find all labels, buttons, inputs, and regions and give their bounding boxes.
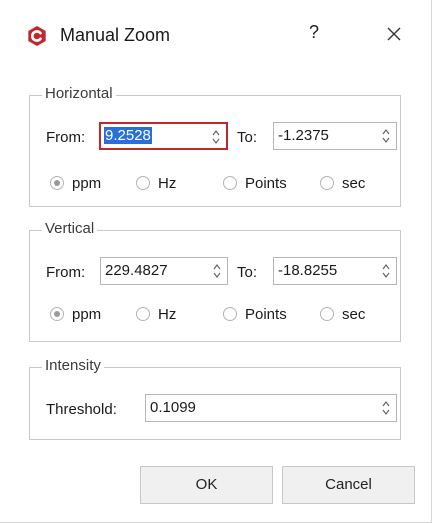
horizontal-to-value: -1.2375 <box>278 127 329 144</box>
threshold-label: Threshold: <box>46 401 117 418</box>
spin-arrows-icon[interactable] <box>212 262 222 280</box>
cancel-button[interactable]: Cancel <box>282 466 415 504</box>
intensity-group-title: Intensity <box>42 357 104 374</box>
spin-arrows-icon[interactable] <box>381 399 391 417</box>
horizontal-group-title: Horizontal <box>42 85 116 102</box>
vertical-to-value: -18.8255 <box>278 262 338 279</box>
vertical-radio-points[interactable]: Points <box>223 304 287 324</box>
horizontal-from-value: 9.2528 <box>104 127 152 144</box>
horizontal-radio-points[interactable]: Points <box>223 173 287 193</box>
app-logo-icon <box>28 26 46 46</box>
radio-label: Points <box>245 174 287 192</box>
title-bar: Manual Zoom ? <box>0 0 431 74</box>
horizontal-from-label: From: <box>46 129 86 146</box>
radio-indicator <box>50 307 64 321</box>
radio-indicator <box>320 307 334 321</box>
radio-label: ppm <box>72 305 102 323</box>
dialog-title: Manual Zoom <box>60 25 171 45</box>
radio-label: Hz <box>158 305 177 323</box>
close-icon[interactable] <box>380 20 408 48</box>
manual-zoom-dialog: Manual Zoom ? Horizontal From: 9.2528 To… <box>0 0 432 523</box>
horizontal-radio-hz[interactable]: Hz <box>136 173 176 193</box>
radio-indicator <box>223 307 237 321</box>
vertical-radio-hz[interactable]: Hz <box>136 304 176 324</box>
radio-label: Hz <box>158 174 177 192</box>
horizontal-from-input[interactable]: 9.2528 <box>99 122 228 150</box>
spin-arrows-icon[interactable] <box>381 262 391 280</box>
vertical-to-input[interactable]: -18.8255 <box>273 257 397 285</box>
radio-indicator <box>320 176 334 190</box>
vertical-group: Vertical <box>29 220 401 342</box>
radio-indicator <box>223 176 237 190</box>
radio-indicator <box>136 176 150 190</box>
radio-label: sec <box>342 305 366 323</box>
ok-button[interactable]: OK <box>140 466 273 504</box>
vertical-from-input[interactable]: 229.4827 <box>100 257 228 285</box>
vertical-from-value: 229.4827 <box>105 262 168 279</box>
horizontal-to-input[interactable]: -1.2375 <box>273 122 397 150</box>
radio-label: ppm <box>72 174 102 192</box>
help-icon[interactable]: ? <box>303 22 325 48</box>
radio-indicator <box>136 307 150 321</box>
threshold-input[interactable]: 0.1099 <box>145 394 397 422</box>
radio-indicator <box>50 176 64 190</box>
horizontal-radio-sec[interactable]: sec <box>320 173 365 193</box>
vertical-radio-sec[interactable]: sec <box>320 304 365 324</box>
radio-label: sec <box>342 174 366 192</box>
spin-arrows-icon[interactable] <box>211 128 221 146</box>
vertical-radio-ppm[interactable]: ppm <box>50 304 101 324</box>
vertical-group-title: Vertical <box>42 220 98 237</box>
vertical-from-label: From: <box>46 264 86 281</box>
threshold-value: 0.1099 <box>150 399 196 416</box>
horizontal-to-label: To: <box>237 129 258 146</box>
radio-label: Points <box>245 305 287 323</box>
spin-arrows-icon[interactable] <box>381 127 391 145</box>
vertical-to-label: To: <box>237 264 258 281</box>
horizontal-radio-ppm[interactable]: ppm <box>50 173 101 193</box>
